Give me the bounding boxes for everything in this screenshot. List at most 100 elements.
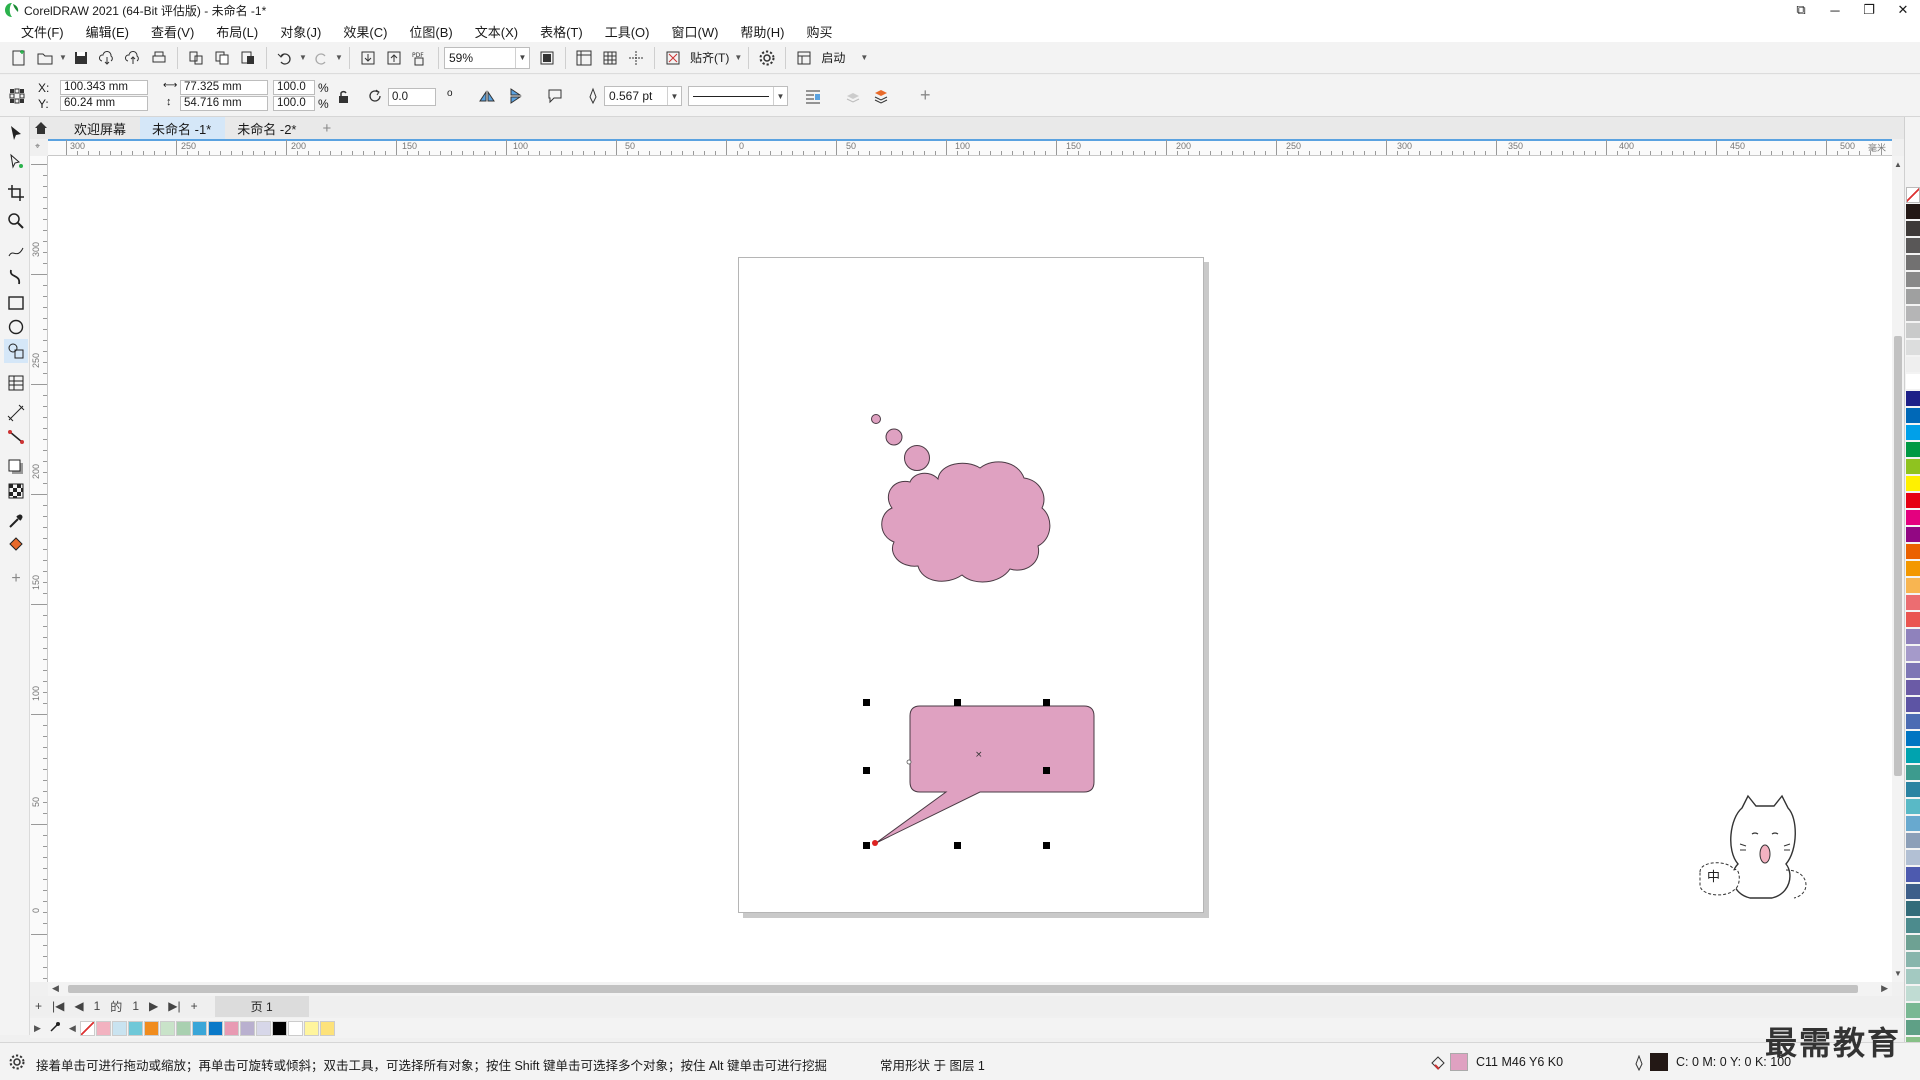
- palette-swatch[interactable]: [1906, 969, 1920, 985]
- export-icon[interactable]: [381, 45, 407, 71]
- palette-swatch[interactable]: [191, 1020, 207, 1036]
- home-icon[interactable]: [28, 117, 62, 139]
- snap-dropdown-icon[interactable]: ▼: [733, 45, 743, 71]
- palette-swatch[interactable]: [1906, 238, 1920, 254]
- cloud-upload-icon[interactable]: [120, 45, 146, 71]
- next-page-icon[interactable]: ▶: [149, 999, 158, 1013]
- menu-table[interactable]: 表格(T): [529, 22, 594, 41]
- palette-swatch[interactable]: [1906, 680, 1920, 696]
- palette-scroll-left-icon[interactable]: ◀: [69, 1023, 76, 1034]
- copy-icon[interactable]: [209, 45, 235, 71]
- publish-pdf-icon[interactable]: PDF: [407, 45, 433, 71]
- palette-swatch[interactable]: [175, 1020, 191, 1036]
- glyph-node[interactable]: [872, 840, 878, 846]
- palette-swatch[interactable]: [1906, 986, 1920, 1002]
- palette-swatch[interactable]: [1906, 884, 1920, 900]
- last-page-icon[interactable]: ▶|: [168, 999, 180, 1013]
- palette-swatch[interactable]: [1906, 459, 1920, 475]
- add-page-after-icon[interactable]: +: [191, 999, 198, 1013]
- width-input[interactable]: 77.325 mm: [180, 80, 268, 95]
- eyedropper-icon[interactable]: [49, 1021, 61, 1036]
- zoom-tool-icon[interactable]: [4, 209, 28, 233]
- menu-layout[interactable]: 布局(L): [205, 22, 269, 41]
- outline-color-swatch[interactable]: [1650, 1053, 1668, 1071]
- dimension-tool-icon[interactable]: [4, 401, 28, 425]
- palette-swatch[interactable]: [1906, 272, 1920, 288]
- object-origin-icon[interactable]: [4, 83, 30, 109]
- palette-swatch[interactable]: [1906, 595, 1920, 611]
- palette-swatch[interactable]: [287, 1020, 303, 1036]
- to-back-icon[interactable]: [840, 83, 866, 109]
- options-gear-icon[interactable]: [754, 45, 780, 71]
- cut-icon[interactable]: [183, 45, 209, 71]
- drawing-window[interactable]: ×: [48, 156, 1892, 982]
- palette-swatch[interactable]: [303, 1020, 319, 1036]
- vertical-scrollbar[interactable]: ▲ ▼: [1892, 156, 1904, 982]
- palette-swatch[interactable]: [1906, 901, 1920, 917]
- x-position-input[interactable]: 100.343 mm: [60, 80, 148, 95]
- new-tab-icon[interactable]: +: [310, 117, 345, 139]
- palette-swatch[interactable]: [1906, 646, 1920, 662]
- menu-help[interactable]: 帮助(H): [729, 22, 795, 41]
- pick-tool-icon[interactable]: [4, 121, 28, 145]
- scroll-right-icon[interactable]: ▶: [1881, 983, 1888, 994]
- snap-to-menu[interactable]: 贴齐(T): [690, 49, 729, 66]
- scroll-up-icon[interactable]: ▲: [1894, 160, 1902, 169]
- palette-swatch[interactable]: [1906, 697, 1920, 713]
- tab-welcome-screen[interactable]: 欢迎屏幕: [62, 117, 140, 139]
- palette-swatch[interactable]: [1906, 425, 1920, 441]
- menu-window[interactable]: 窗口(W): [660, 22, 729, 41]
- mirror-vertical-icon[interactable]: [504, 83, 530, 109]
- menu-edit[interactable]: 编辑(E): [75, 22, 140, 41]
- palette-swatch[interactable]: [271, 1020, 287, 1036]
- artistic-media-tool-icon[interactable]: [4, 265, 28, 289]
- tab-untitled-1[interactable]: 未命名 -1*: [140, 117, 226, 139]
- menu-object[interactable]: 对象(J): [269, 22, 332, 41]
- close-button[interactable]: ✕: [1886, 0, 1920, 20]
- palette-swatch[interactable]: [1906, 255, 1920, 271]
- palette-swatch[interactable]: [1906, 187, 1920, 203]
- minimize-button[interactable]: ─: [1818, 0, 1852, 20]
- freehand-tool-icon[interactable]: [4, 239, 28, 263]
- redo-dropdown-icon[interactable]: ▼: [334, 45, 344, 71]
- palette-swatch[interactable]: [1906, 204, 1920, 220]
- table-tool-icon[interactable]: [4, 371, 28, 395]
- add-tool-icon[interactable]: +: [4, 567, 28, 591]
- ellipse-tool-icon[interactable]: [4, 315, 28, 339]
- open-dropdown-icon[interactable]: ▼: [58, 45, 68, 71]
- palette-swatch[interactable]: [239, 1020, 255, 1036]
- previous-page-icon[interactable]: ◀: [74, 999, 83, 1013]
- menu-text[interactable]: 文本(X): [464, 22, 529, 41]
- new-document-icon[interactable]: [6, 45, 32, 71]
- palette-swatch[interactable]: [1906, 918, 1920, 934]
- fill-color-swatch[interactable]: [1450, 1053, 1468, 1071]
- palette-swatch[interactable]: [1906, 391, 1920, 407]
- palette-swatch[interactable]: [1906, 1003, 1920, 1019]
- palette-swatch[interactable]: [1906, 612, 1920, 628]
- scale-y-input[interactable]: 100.0: [273, 96, 315, 111]
- palette-swatch[interactable]: [1906, 357, 1920, 373]
- open-folder-icon[interactable]: [32, 45, 58, 71]
- rectangle-tool-icon[interactable]: [4, 291, 28, 315]
- menu-view[interactable]: 查看(V): [140, 22, 205, 41]
- scroll-left-icon[interactable]: ◀: [52, 983, 59, 994]
- full-screen-icon[interactable]: [534, 45, 560, 71]
- y-position-input[interactable]: 60.24 mm: [60, 96, 148, 111]
- launch-dropdown-icon[interactable]: ▼: [859, 45, 869, 71]
- transparency-tool-icon[interactable]: [4, 479, 28, 503]
- launch-menu[interactable]: 启动: [821, 49, 845, 66]
- palette-swatch[interactable]: [1906, 340, 1920, 356]
- palette-swatch[interactable]: [1906, 323, 1920, 339]
- current-page-number[interactable]: 1: [94, 999, 101, 1013]
- palette-swatch[interactable]: [207, 1020, 223, 1036]
- palette-swatch[interactable]: [1906, 561, 1920, 577]
- scale-x-input[interactable]: 100.0: [273, 80, 315, 95]
- palette-swatch[interactable]: [1906, 629, 1920, 645]
- palette-swatch[interactable]: [143, 1020, 159, 1036]
- show-rulers-icon[interactable]: [571, 45, 597, 71]
- palette-swatch[interactable]: [1906, 476, 1920, 492]
- undo-icon[interactable]: [272, 45, 298, 71]
- zoom-dropdown-icon[interactable]: ▼: [515, 47, 529, 68]
- palette-swatch[interactable]: [1906, 442, 1920, 458]
- palette-swatch[interactable]: [1906, 816, 1920, 832]
